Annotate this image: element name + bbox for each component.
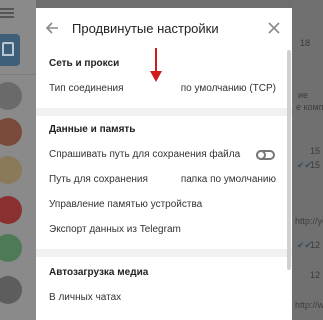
avatar <box>0 82 22 110</box>
save-path-row[interactable]: Путь для сохранения папка по умолчанию <box>36 169 286 191</box>
chat-time: 15 <box>310 160 321 170</box>
background-chat-previews: 18 ие е компа 15 ✔✔ 15 http://youtu ✔✔ 1… <box>292 0 323 320</box>
chat-time: 12 <box>310 240 321 250</box>
avatar <box>0 118 22 146</box>
manage-storage-row[interactable]: Управление памятью устройства <box>36 194 286 216</box>
private-chats-label: В личных чатах <box>49 292 122 303</box>
connection-type-value: по умолчанию (TCP) <box>180 83 276 94</box>
menu-icon <box>0 8 14 18</box>
arrow-left-icon[interactable] <box>44 20 60 36</box>
toggle-knob <box>256 150 266 160</box>
chat-time: 15 <box>310 146 321 156</box>
section-divider <box>36 108 292 116</box>
manage-storage-label: Управление памятью устройства <box>49 199 203 210</box>
ask-save-path-row[interactable]: Спрашивать путь для сохранения файла <box>36 144 286 166</box>
avatar <box>0 276 22 304</box>
chat-snippet: е компа <box>296 102 323 112</box>
connection-type-label: Тип соединения <box>49 83 124 94</box>
data-section-title: Данные и память <box>49 124 136 135</box>
chat-time: 18 <box>300 38 311 48</box>
section-divider <box>36 249 292 257</box>
close-icon[interactable] <box>266 20 282 36</box>
export-data-label: Экспорт данных из Telegram <box>49 224 181 235</box>
folder-tab <box>0 34 20 66</box>
avatar <box>0 234 22 262</box>
chat-snippet: ие <box>298 90 309 100</box>
folder-icon <box>2 42 14 56</box>
export-data-row[interactable]: Экспорт данных из Telegram <box>36 219 286 241</box>
dialog-title: Продвинутые настройки <box>72 21 219 36</box>
ask-save-path-label: Спрашивать путь для сохранения файла <box>49 149 241 160</box>
chat-time: 12 <box>310 270 321 280</box>
save-path-label: Путь для сохранения <box>49 174 148 185</box>
dialog-header: Продвинутые настройки <box>36 8 292 48</box>
network-section-title: Сеть и прокси <box>49 58 120 69</box>
ask-save-path-toggle[interactable] <box>256 150 275 160</box>
chat-snippet: http://www <box>295 300 323 310</box>
autodownload-section-title: Автозагрузка медиа <box>49 267 149 278</box>
avatar <box>0 156 22 184</box>
advanced-settings-dialog: Продвинутые настройки Сеть и прокси Тип … <box>36 8 292 320</box>
divider <box>0 74 36 75</box>
save-path-value: папка по умолчанию <box>180 174 276 185</box>
private-chats-row[interactable]: В личных чатах <box>36 287 286 309</box>
background-chat-list <box>0 0 36 320</box>
chat-snippet: http://youtu <box>295 216 323 226</box>
avatar <box>0 196 22 224</box>
red-arrow-down-icon <box>155 48 157 73</box>
scrollbar[interactable] <box>287 50 291 270</box>
red-arrow-head <box>150 71 162 82</box>
